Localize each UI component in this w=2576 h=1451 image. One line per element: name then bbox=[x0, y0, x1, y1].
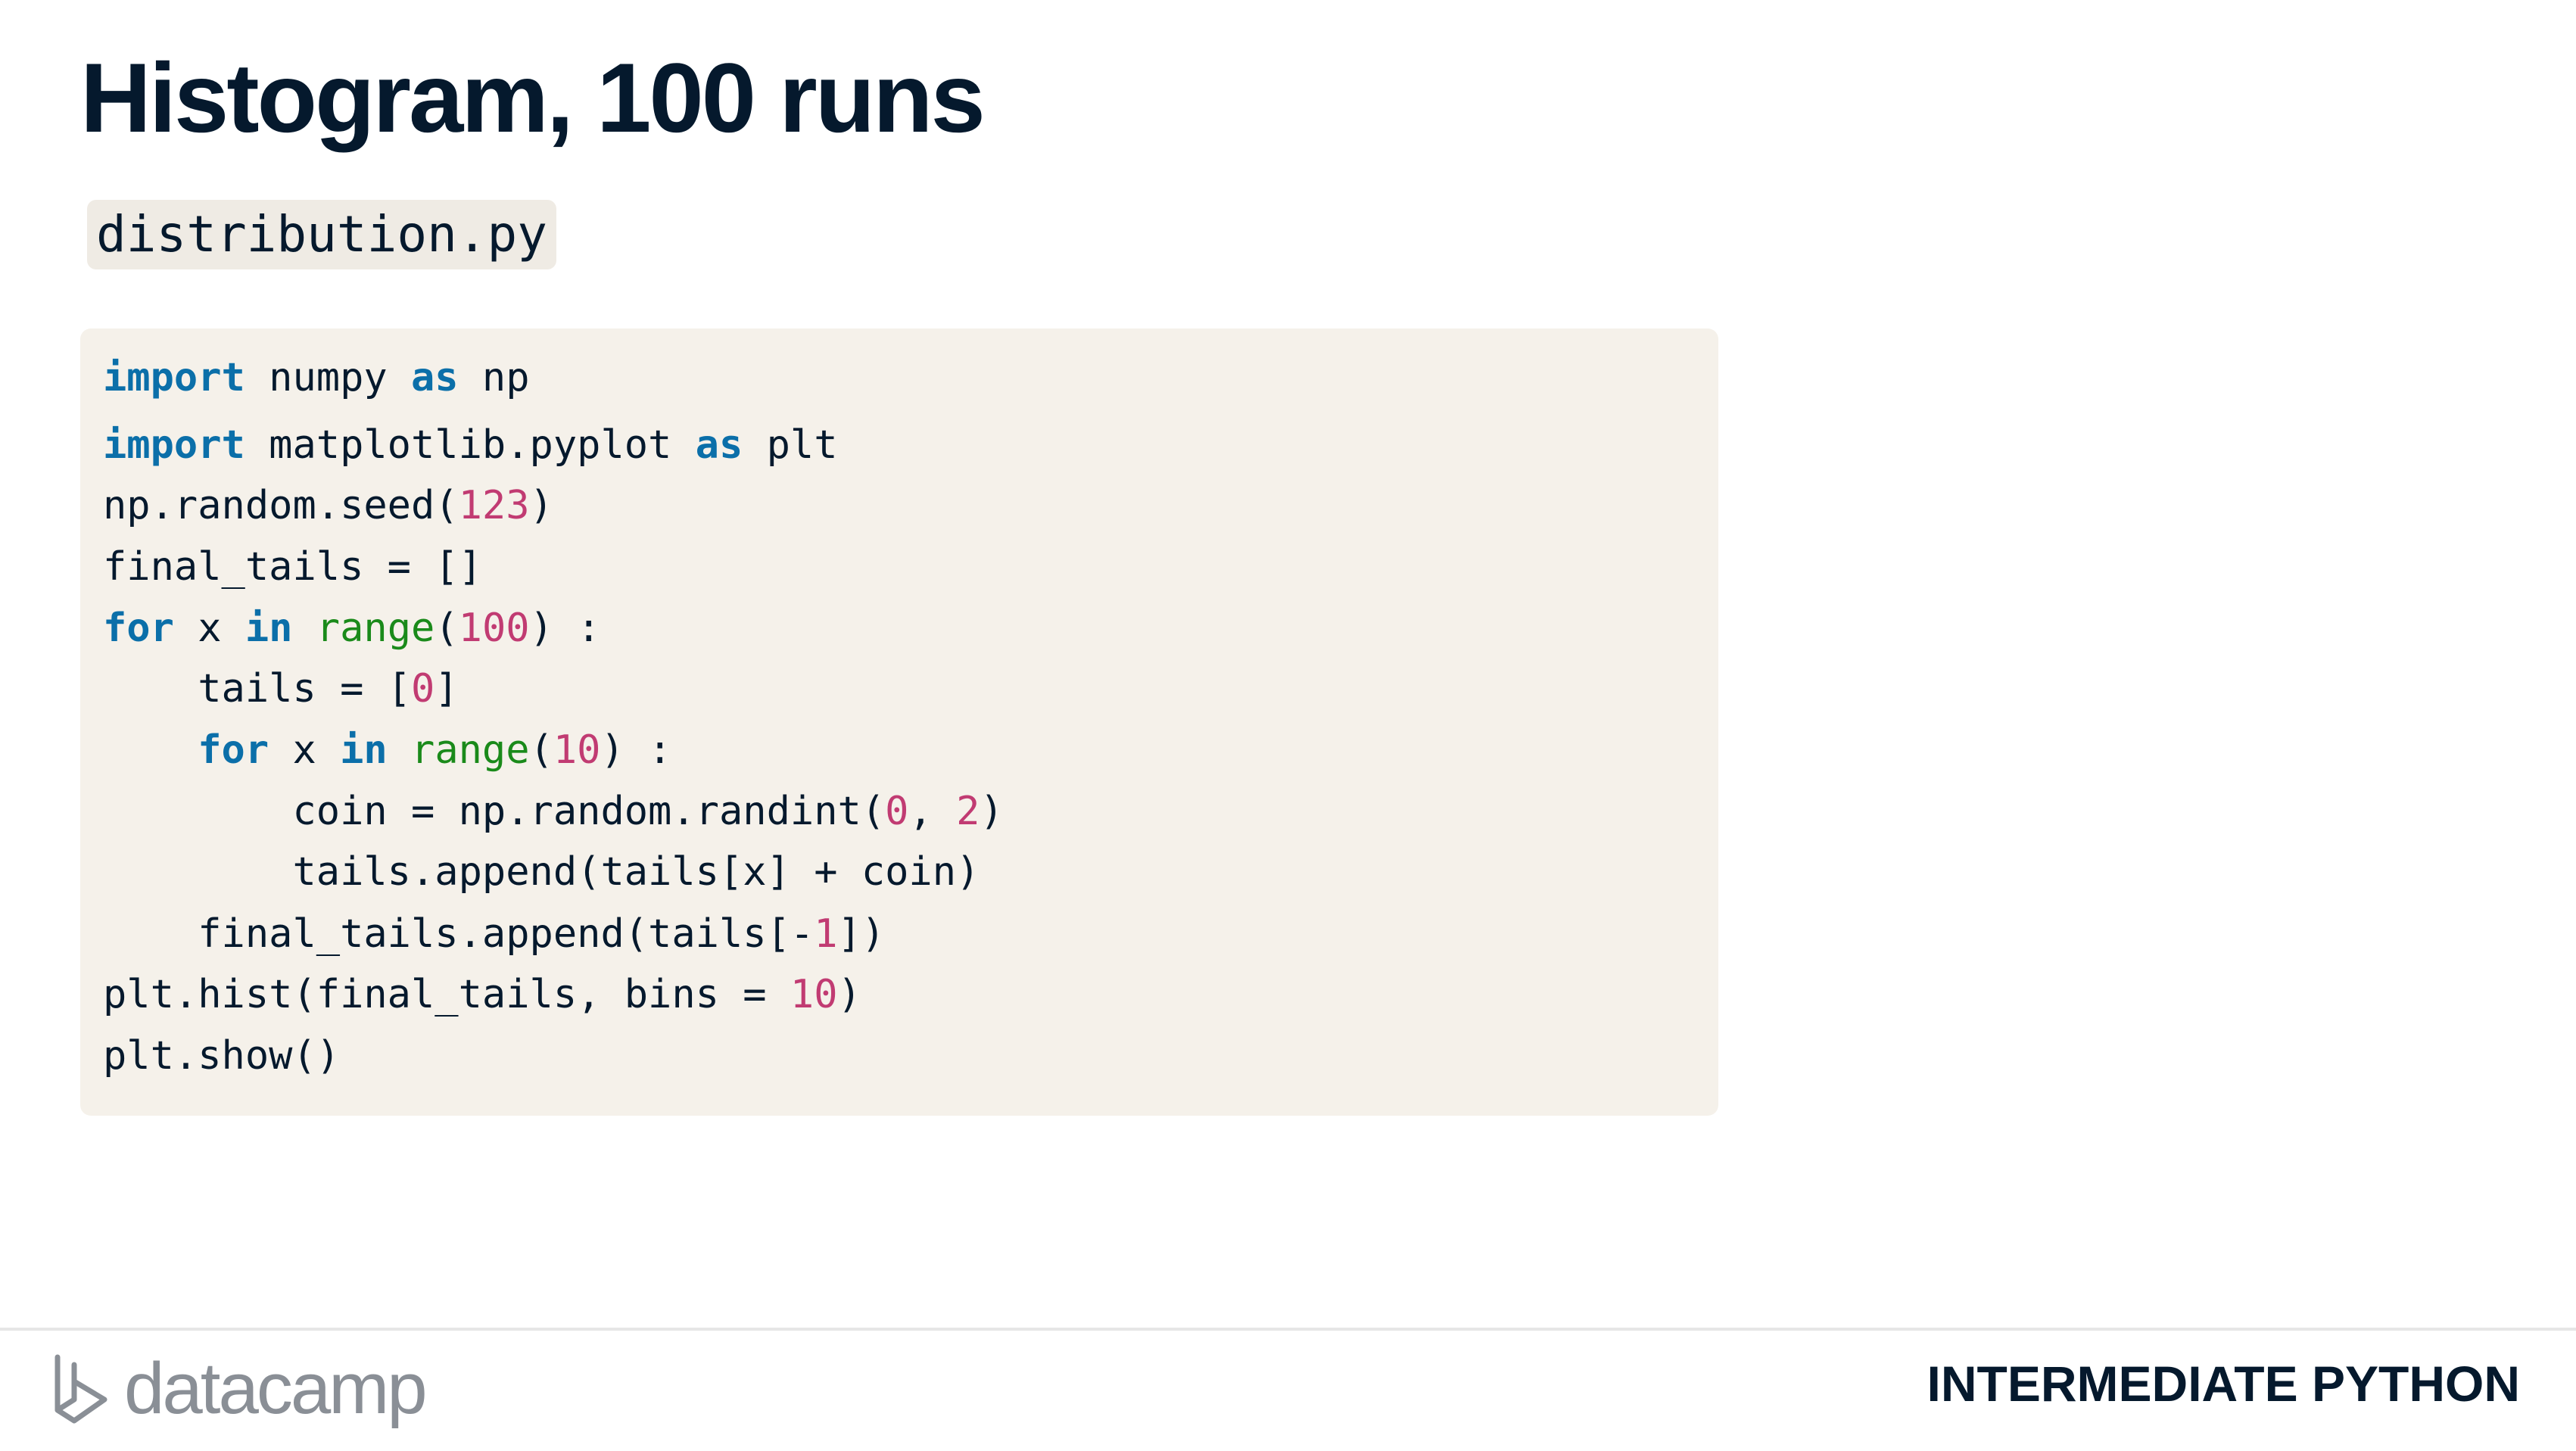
code-line: plt.show() bbox=[103, 1033, 340, 1079]
code-token: ( bbox=[529, 727, 553, 773]
code-token: 100 bbox=[458, 606, 530, 651]
code-token: ]) bbox=[837, 911, 886, 957]
code-token: import bbox=[103, 422, 245, 468]
datacamp-logo: datacamp bbox=[51, 1347, 428, 1431]
code-token: 1 bbox=[814, 911, 838, 957]
code-token: as bbox=[411, 355, 459, 400]
code-line: plt.hist(final_tails, bins = 10) bbox=[103, 972, 861, 1017]
code-token: for bbox=[103, 606, 174, 651]
footer-divider bbox=[0, 1328, 2576, 1331]
code-token: final_tails.append(tails[- bbox=[103, 911, 815, 957]
code-token: ] bbox=[435, 666, 459, 711]
code-token: coin = np.random.randint( bbox=[103, 789, 886, 834]
code-line: import matplotlib.pyplot as plt bbox=[103, 422, 838, 468]
code-block: import numpy as np import matplotlib.pyp… bbox=[80, 328, 1718, 1116]
slide-title: Histogram, 100 runs bbox=[80, 42, 986, 153]
code-token: plt bbox=[743, 422, 838, 468]
code-token: x bbox=[269, 727, 341, 773]
code-line: final_tails = [] bbox=[103, 544, 482, 590]
code-token: as bbox=[695, 422, 743, 468]
code-token: matplotlib.pyplot bbox=[245, 422, 696, 468]
code-token: 10 bbox=[790, 972, 838, 1017]
code-token: ) bbox=[529, 483, 553, 528]
code-token: ) : bbox=[600, 727, 672, 773]
code-line: coin = np.random.randint(0, 2) bbox=[103, 789, 1004, 834]
code-line: for x in range(10) : bbox=[103, 727, 671, 773]
code-line: np.random.seed(123) bbox=[103, 483, 553, 528]
code-token: final_tails = [] bbox=[103, 544, 482, 590]
code-token: x bbox=[173, 606, 245, 651]
code-token: 123 bbox=[458, 483, 530, 528]
code-line: tails.append(tails[x] + coin) bbox=[103, 849, 980, 895]
code-token: range bbox=[411, 727, 530, 773]
code-token: ( bbox=[435, 606, 459, 651]
course-name: INTERMEDIATE PYTHON bbox=[1927, 1356, 2520, 1412]
code-token: in bbox=[340, 727, 388, 773]
code-token: ) bbox=[980, 789, 1004, 834]
code-token: ) : bbox=[529, 606, 601, 651]
code-token: , bbox=[908, 789, 957, 834]
code-token: 2 bbox=[956, 789, 980, 834]
code-token: for bbox=[198, 727, 269, 773]
code-line: for x in range(100) : bbox=[103, 606, 600, 651]
code-token: np.random.seed( bbox=[103, 483, 459, 528]
filename-label: distribution.py bbox=[87, 200, 557, 269]
code-line: import numpy as np bbox=[103, 355, 530, 400]
code-line: tails = [0] bbox=[103, 666, 459, 711]
code-token: numpy bbox=[245, 355, 411, 400]
code-token: in bbox=[245, 606, 293, 651]
code-token: range bbox=[316, 606, 435, 651]
code-token: np bbox=[458, 355, 530, 400]
code-token: plt.show() bbox=[103, 1033, 341, 1079]
code-token: 10 bbox=[553, 727, 601, 773]
code-token: 0 bbox=[411, 666, 435, 711]
code-token: 0 bbox=[885, 789, 909, 834]
slide: Histogram, 100 runs distribution.py impo… bbox=[0, 0, 2576, 1451]
code-token: ) bbox=[837, 972, 861, 1017]
brand-name: datacamp bbox=[124, 1348, 428, 1429]
code-token: tails.append(tails[x] + coin) bbox=[103, 849, 980, 895]
code-token: plt.hist(final_tails, bins = bbox=[103, 972, 790, 1017]
code-token: tails = [ bbox=[103, 666, 411, 711]
code-token: import bbox=[103, 355, 245, 400]
code-line: final_tails.append(tails[-1]) bbox=[103, 911, 885, 957]
datacamp-logo-icon bbox=[55, 1354, 107, 1424]
